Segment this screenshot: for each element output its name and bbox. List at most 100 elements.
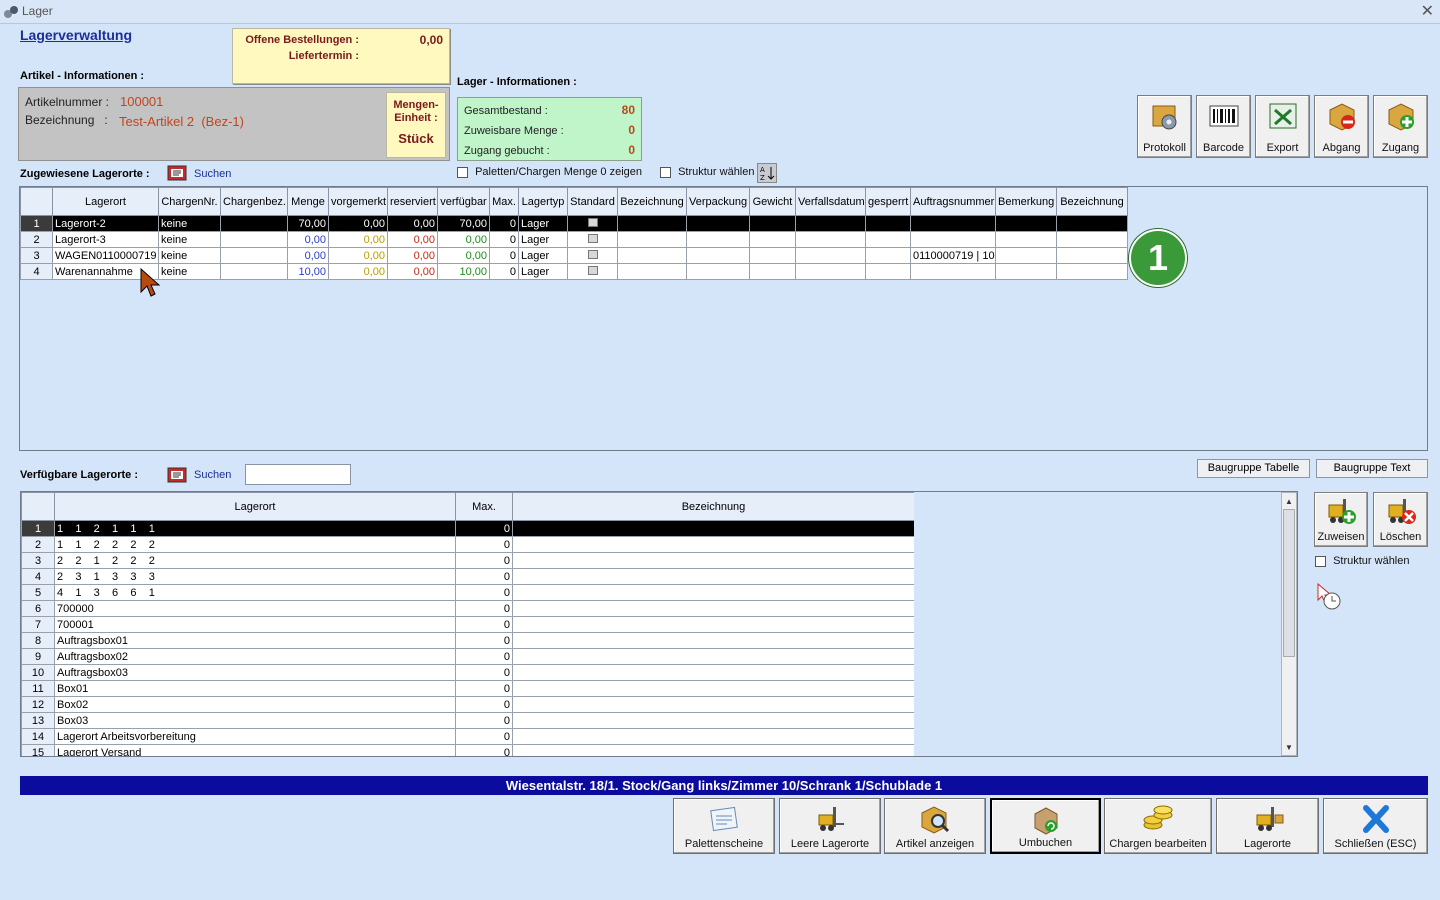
- table-cell[interactable]: 1 1 2 2 2 2: [54, 536, 456, 553]
- assigned-col-header[interactable]: Menge: [287, 187, 329, 216]
- table-cell[interactable]: [512, 552, 914, 569]
- available-table-row[interactable]: 10 Auftragsbox03 0: [21, 664, 914, 681]
- table-cell[interactable]: 0,00: [328, 263, 388, 280]
- table-cell[interactable]: 0: [455, 552, 513, 569]
- row-number[interactable]: 1: [20, 215, 53, 232]
- available-scrollbar[interactable]: ▲ ▼: [1281, 492, 1297, 756]
- assigned-col-header[interactable]: verfügbar: [437, 187, 490, 216]
- assigned-col-header[interactable]: vorgemerkt: [328, 187, 388, 216]
- table-cell[interactable]: 0: [455, 600, 513, 617]
- table-cell[interactable]: [512, 696, 914, 713]
- table-cell[interactable]: [1056, 263, 1128, 280]
- table-cell[interactable]: 0: [455, 520, 513, 537]
- show-zero-checkbox[interactable]: [457, 166, 468, 178]
- table-cell[interactable]: [512, 616, 914, 633]
- assigned-table-row[interactable]: 4 Warenannahme keine 10,00 0,00 0,00 10,00 0 Lag…: [20, 263, 1128, 280]
- table-cell[interactable]: [795, 215, 866, 232]
- table-cell[interactable]: 0: [455, 712, 513, 729]
- show-zero-checkbox-row[interactable]: Paletten/Chargen Menge 0 zeigen: [457, 166, 642, 178]
- table-cell[interactable]: 1 1 2 1 1 1: [54, 520, 456, 537]
- table-cell[interactable]: [512, 664, 914, 681]
- table-cell[interactable]: 2 3 1 3 3 3: [54, 568, 456, 585]
- artikel-anzeigen-button[interactable]: Artikel anzeigen: [884, 798, 986, 854]
- assigned-col-header[interactable]: Verpackung: [686, 187, 750, 216]
- available-table-row[interactable]: 42 3 1 3 3 30: [21, 568, 914, 585]
- assigned-search-label[interactable]: Suchen: [194, 168, 231, 180]
- available-table-row[interactable]: 14 Lagerort Arbeitsvorbereitung 0: [21, 728, 914, 745]
- available-table-row[interactable]: 9 Auftragsbox02 0: [21, 648, 914, 665]
- table-cell[interactable]: [1056, 231, 1128, 248]
- baugruppe-text-button[interactable]: Baugruppe Text: [1316, 459, 1428, 478]
- row-number[interactable]: 3: [21, 552, 55, 569]
- assigned-col-header[interactable]: Chargenbez.: [220, 187, 288, 216]
- table-cell[interactable]: [795, 231, 866, 248]
- available-structure-checkbox-row[interactable]: Struktur wählen: [1315, 555, 1410, 567]
- standard-checkbox[interactable]: [587, 233, 598, 243]
- table-cell[interactable]: Box02: [54, 696, 456, 713]
- table-cell[interactable]: [617, 215, 687, 232]
- row-number[interactable]: 13: [21, 712, 55, 729]
- table-cell[interactable]: 10,00: [437, 263, 490, 280]
- table-cell[interactable]: Lagerort-3: [52, 231, 159, 248]
- assigned-col-header[interactable]: Auftragsnummer: [910, 187, 996, 216]
- table-cell[interactable]: [749, 215, 796, 232]
- table-cell[interactable]: [220, 247, 288, 264]
- close-icon[interactable]: ✕: [1421, 1, 1434, 21]
- standard-checkbox[interactable]: [587, 249, 598, 259]
- table-cell[interactable]: 0: [455, 568, 513, 585]
- loeschen-button[interactable]: Löschen: [1373, 492, 1428, 547]
- table-cell[interactable]: Lager: [518, 231, 568, 248]
- row-number[interactable]: 2: [21, 536, 55, 553]
- assigned-table-row[interactable]: 2 Lagerort-3 keine 0,00 0,00 0,00 0,00 0 Lager: [20, 231, 1128, 248]
- assigned-col-header[interactable]: Lagerort: [52, 187, 159, 216]
- row-number[interactable]: 3: [20, 247, 53, 264]
- scroll-up-icon[interactable]: ▲: [1285, 497, 1293, 506]
- row-number[interactable]: 14: [21, 728, 55, 745]
- table-cell[interactable]: Lagerort Arbeitsvorbereitung: [54, 728, 456, 745]
- assigned-col-header[interactable]: gesperrt: [865, 187, 911, 216]
- table-cell[interactable]: [865, 231, 911, 248]
- table-cell[interactable]: Box01: [54, 680, 456, 697]
- table-cell[interactable]: [749, 231, 796, 248]
- protokoll-button[interactable]: Protokoll: [1137, 95, 1192, 158]
- table-cell[interactable]: 0: [489, 231, 519, 248]
- table-cell[interactable]: [1056, 247, 1128, 264]
- table-cell[interactable]: 700001: [54, 616, 456, 633]
- table-cell[interactable]: 700000: [54, 600, 456, 617]
- table-cell[interactable]: 2 2 1 2 2 2: [54, 552, 456, 569]
- table-cell[interactable]: [220, 231, 288, 248]
- available-table-row[interactable]: 21 1 2 2 2 20: [21, 536, 914, 553]
- standard-checkbox[interactable]: [587, 217, 598, 227]
- assigned-table-row[interactable]: 3 WAGEN0110000719 keine 0,00 0,00 0,00 0,00 0 La…: [20, 247, 1128, 264]
- assigned-table-row[interactable]: 1 Lagerort-2 keine 70,00 0,00 0,00 70,00 0 Lager: [20, 215, 1128, 232]
- table-cell[interactable]: [512, 600, 914, 617]
- table-cell[interactable]: [220, 263, 288, 280]
- table-cell[interactable]: 10,00: [287, 263, 329, 280]
- standard-checkbox[interactable]: [587, 265, 598, 275]
- table-cell[interactable]: 0,00: [387, 263, 438, 280]
- row-number[interactable]: 15: [21, 744, 55, 756]
- table-cell[interactable]: Lagerort Versand: [54, 744, 456, 756]
- table-cell[interactable]: 0,00: [287, 231, 329, 248]
- table-cell[interactable]: [865, 263, 911, 280]
- table-cell[interactable]: 0: [455, 696, 513, 713]
- table-cell[interactable]: [512, 632, 914, 649]
- assigned-col-header[interactable]: ChargenNr.: [158, 187, 221, 216]
- scroll-thumb[interactable]: [1283, 509, 1295, 657]
- table-cell[interactable]: 0,00: [387, 215, 438, 232]
- available-table-row[interactable]: 15 Lagerort Versand 0: [21, 744, 914, 756]
- row-number[interactable]: 7: [21, 616, 55, 633]
- available-table-row[interactable]: 32 2 1 2 2 20: [21, 552, 914, 569]
- table-cell[interactable]: [686, 263, 750, 280]
- table-cell[interactable]: [995, 231, 1057, 248]
- search-icon[interactable]: [167, 164, 187, 182]
- barcode-button[interactable]: Barcode: [1196, 95, 1251, 158]
- structure-checkbox-row[interactable]: Struktur wählen: [660, 166, 755, 178]
- row-number[interactable]: 6: [21, 600, 55, 617]
- zuweisen-button[interactable]: Zuweisen: [1314, 492, 1368, 547]
- table-cell[interactable]: [795, 247, 866, 264]
- table-cell[interactable]: [795, 263, 866, 280]
- available-table-row[interactable]: 8 Auftragsbox01 0: [21, 632, 914, 649]
- table-cell[interactable]: WAGEN0110000719: [52, 247, 159, 264]
- table-cell[interactable]: [749, 263, 796, 280]
